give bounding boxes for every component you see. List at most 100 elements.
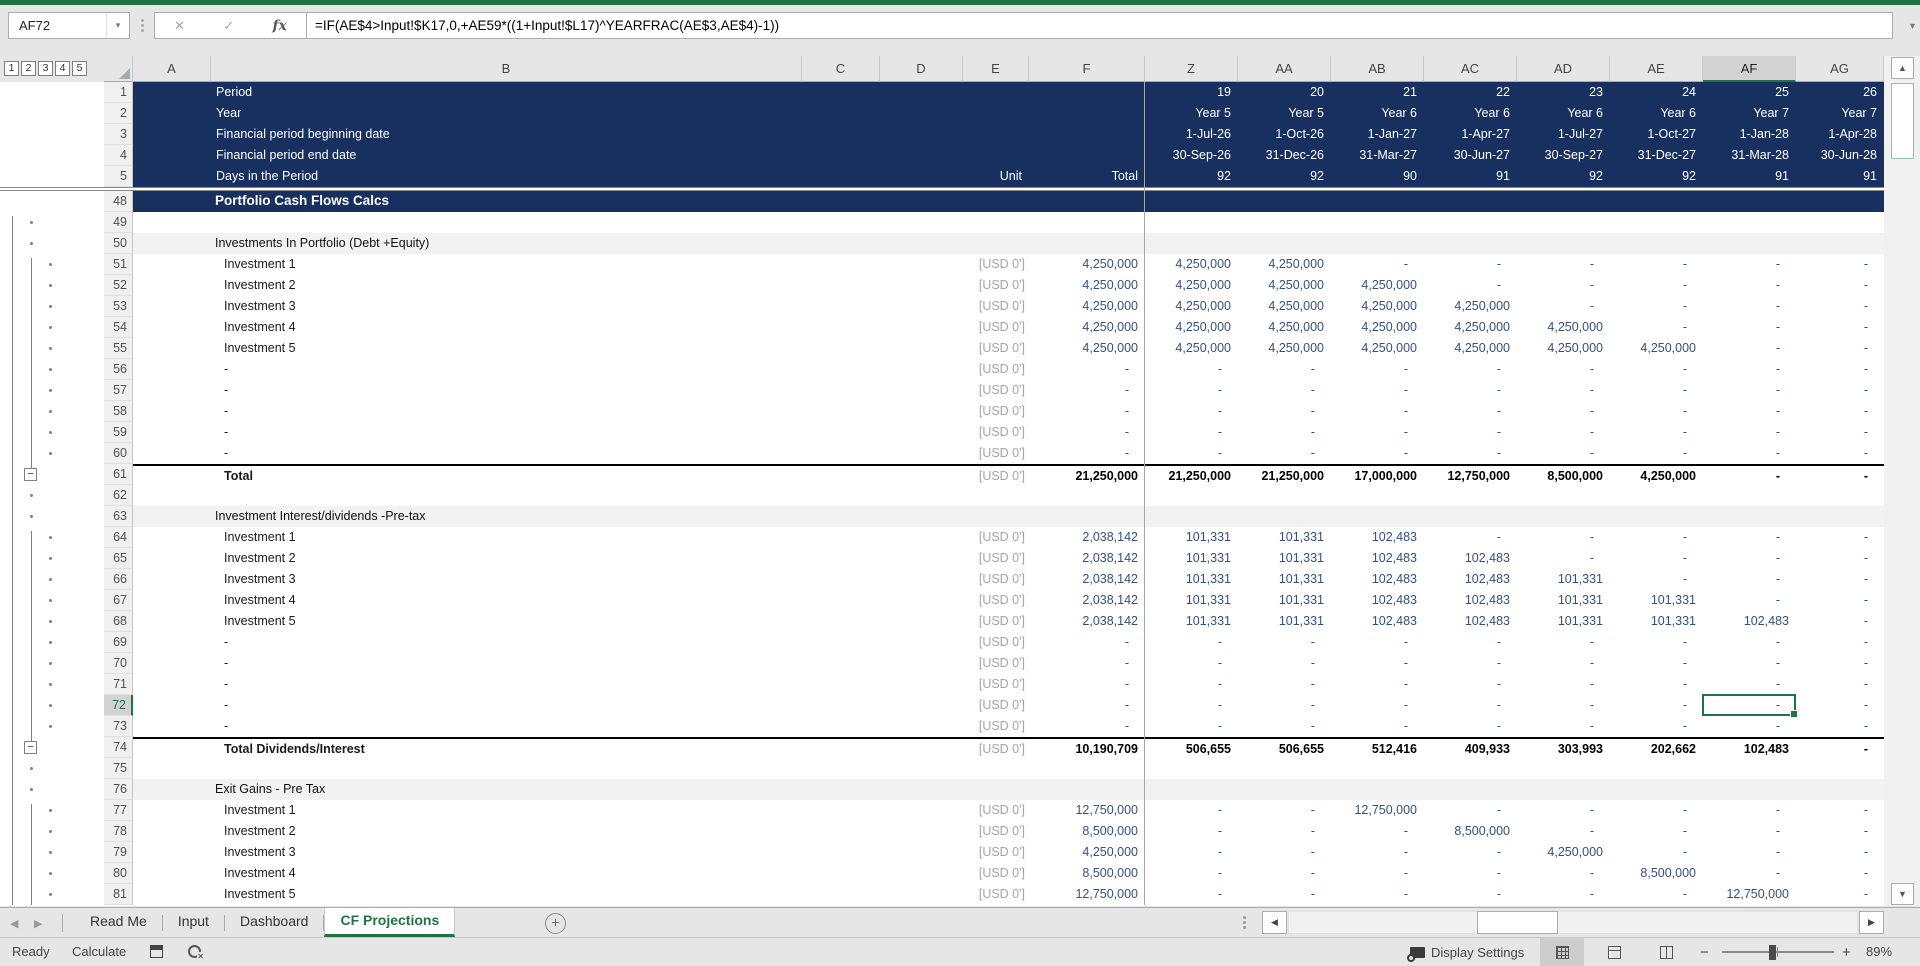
cell-C58[interactable] [802,401,880,422]
cell-AD2[interactable]: Year 6 [1517,103,1610,124]
cell-C3[interactable] [802,124,880,145]
cell-C74[interactable] [802,739,880,758]
cell-D64[interactable] [880,527,963,548]
cell-AB79[interactable]: - [1331,842,1424,863]
cell-Z3[interactable]: 1-Jul-26 [1145,124,1238,145]
cell-AG80[interactable]: - [1796,863,1884,884]
page-break-view-button[interactable] [1644,938,1688,966]
cell-Z5[interactable]: 92 [1145,166,1238,187]
cell-F69[interactable]: - [1029,632,1145,653]
cell-F70[interactable]: - [1029,653,1145,674]
row-header-73[interactable]: 73 [104,716,133,737]
macro-record-icon[interactable] [188,945,204,961]
cell-AE53[interactable]: - [1610,296,1703,317]
cell-C65[interactable] [802,548,880,569]
cell-D52[interactable] [880,275,963,296]
column-header-AD[interactable]: AD [1517,56,1610,82]
column-header-E[interactable]: E [963,56,1029,82]
vertical-scrollbar[interactable]: ▲ ▼ [1884,56,1920,906]
sheet-tab-input[interactable]: Input [163,908,224,937]
cell-E68[interactable]: [USD 0'] [963,611,1029,632]
row-header-78[interactable]: 78 [104,821,133,842]
cell-A52[interactable] [133,275,211,296]
cell-A71[interactable] [133,674,211,695]
row-header-2[interactable]: 2 [104,103,133,124]
cell-AE56[interactable]: - [1610,359,1703,380]
cell-B81[interactable]: Investment 5 [211,884,802,905]
cell-AG2[interactable]: Year 7 [1796,103,1884,124]
cell-A73[interactable] [133,716,211,737]
cell-AC69[interactable]: - [1424,632,1517,653]
cell-AA70[interactable]: - [1238,653,1331,674]
cell-D3[interactable] [880,124,963,145]
cell-AC79[interactable]: - [1424,842,1517,863]
vertical-scrollbar-thumb[interactable] [1891,83,1914,159]
cell-Z77[interactable]: - [1145,800,1238,821]
cell-AD65[interactable]: - [1517,548,1610,569]
cell-D4[interactable] [880,145,963,166]
cell-AC78[interactable]: 8,500,000 [1424,821,1517,842]
accessibility-checker-icon[interactable] [150,945,163,958]
cell-AB51[interactable]: - [1331,254,1424,275]
cell-A57[interactable] [133,380,211,401]
cell-C73[interactable] [802,716,880,737]
cell-AG58[interactable]: - [1796,401,1884,422]
new-sheet-button[interactable]: + [545,913,566,934]
cell-A3[interactable] [133,124,211,145]
cell-E4[interactable] [963,145,1029,166]
cell-AG68[interactable]: - [1796,611,1884,632]
horizontal-scrollbar-thumb[interactable] [1477,911,1558,934]
select-all-button[interactable] [104,56,133,82]
outline-collapse-button[interactable]: − [24,741,37,754]
cell-AC4[interactable]: 30-Jun-27 [1424,145,1517,166]
outline-collapse-button[interactable]: − [24,468,37,481]
cell-AC71[interactable]: - [1424,674,1517,695]
cell-C51[interactable] [802,254,880,275]
cell-F51[interactable]: 4,250,000 [1029,254,1145,275]
cell-AF56[interactable]: - [1703,359,1796,380]
column-header-AF[interactable]: AF [1703,56,1796,82]
cell-AG3[interactable]: 1-Apr-28 [1796,124,1884,145]
cell-AG73[interactable]: - [1796,716,1884,737]
cell-A1[interactable] [133,82,211,103]
cell-B55[interactable]: Investment 5 [211,338,802,359]
cell-AF78[interactable]: - [1703,821,1796,842]
cell-AC1[interactable]: 22 [1424,82,1517,103]
cell-AA1[interactable]: 20 [1238,82,1331,103]
cell-B78[interactable]: Investment 2 [211,821,802,842]
cell-F56[interactable]: - [1029,359,1145,380]
cell-AD81[interactable]: - [1517,884,1610,905]
cell-B53[interactable]: Investment 3 [211,296,802,317]
cell-AG77[interactable]: - [1796,800,1884,821]
cell-Z59[interactable]: - [1145,422,1238,443]
cell-AA55[interactable]: 4,250,000 [1238,338,1331,359]
cell-AD77[interactable]: - [1517,800,1610,821]
cell-AC68[interactable]: 102,483 [1424,611,1517,632]
cell-E55[interactable]: [USD 0'] [963,338,1029,359]
cell-AA5[interactable]: 92 [1238,166,1331,187]
cell-AB58[interactable]: - [1331,401,1424,422]
cell-AC64[interactable]: - [1424,527,1517,548]
cell-A55[interactable] [133,338,211,359]
cell-AA66[interactable]: 101,331 [1238,569,1331,590]
fill-handle[interactable] [1790,710,1798,718]
cell-F2[interactable] [1029,103,1145,124]
cell-Z56[interactable]: - [1145,359,1238,380]
cell-AC55[interactable]: 4,250,000 [1424,338,1517,359]
cell-C59[interactable] [802,422,880,443]
cell-E61[interactable]: [USD 0'] [963,466,1029,485]
cell-AB74[interactable]: 512,416 [1331,739,1424,758]
cell-A66[interactable] [133,569,211,590]
cell-AA72[interactable]: - [1238,695,1331,716]
cell-AA3[interactable]: 1-Oct-26 [1238,124,1331,145]
cell-B80[interactable]: Investment 4 [211,863,802,884]
cell-AA81[interactable]: - [1238,884,1331,905]
cell-AE71[interactable]: - [1610,674,1703,695]
cell-AC56[interactable]: - [1424,359,1517,380]
row-header-79[interactable]: 79 [104,842,133,863]
cell-B63[interactable]: Investment Interest/dividends -Pre-tax [133,506,1884,527]
cell-AB2[interactable]: Year 6 [1331,103,1424,124]
cell-A65[interactable] [133,548,211,569]
cell-C71[interactable] [802,674,880,695]
cell-C1[interactable] [802,82,880,103]
